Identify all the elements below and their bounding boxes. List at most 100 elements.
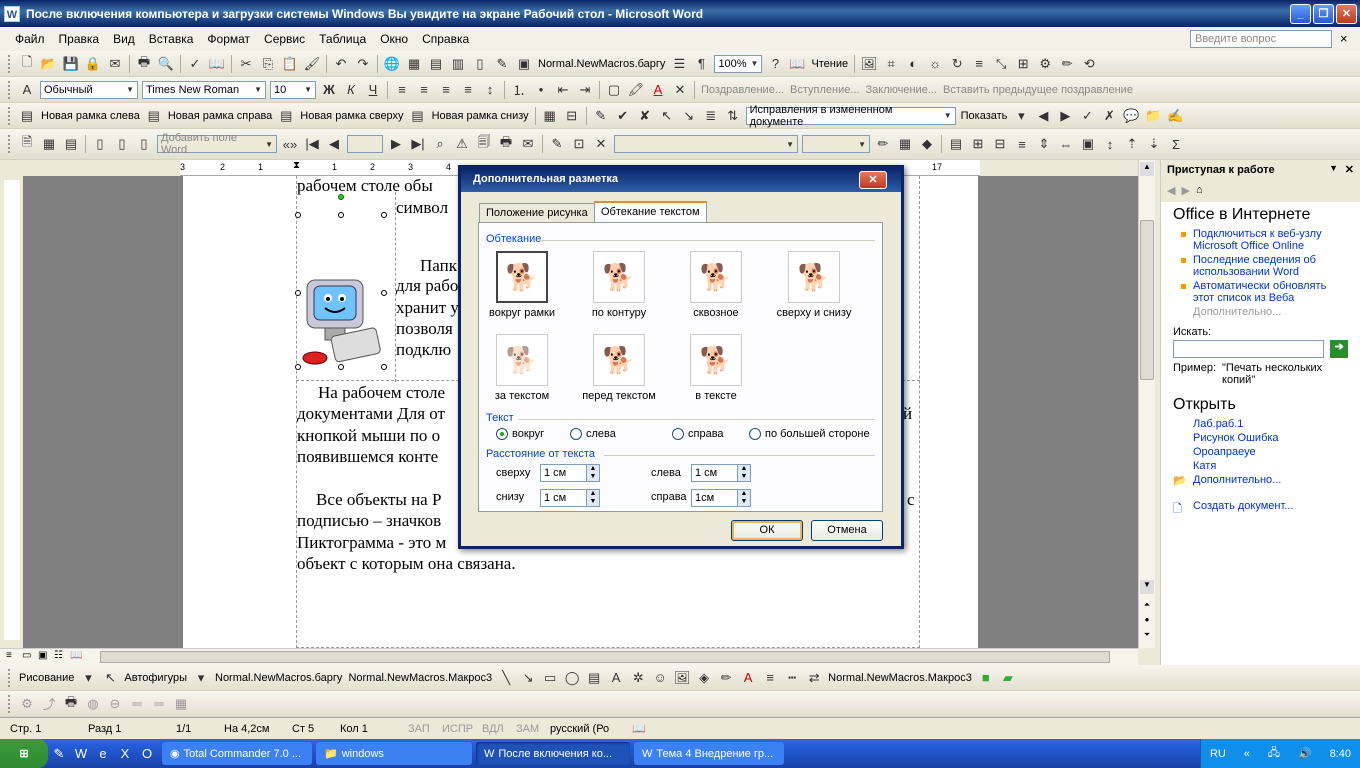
reject-change-icon[interactable]: ✘ <box>635 106 655 126</box>
macro-button-3[interactable]: Normal.NewMacros.Макрос3 <box>828 672 972 684</box>
search-go-icon[interactable]: ➔ <box>1330 340 1348 358</box>
hyperlink-icon[interactable]: 🌐 <box>382 54 402 74</box>
volume-icon[interactable]: 🔊 <box>1298 747 1312 760</box>
search-input[interactable] <box>1173 340 1325 358</box>
resize-handle[interactable] <box>381 290 387 296</box>
macro-button-1[interactable]: Normal.NewMacros.баргу <box>215 672 342 684</box>
horizontal-scrollbar[interactable]: ≡ ▭ ▣ ☷ 📖 <box>0 648 1138 665</box>
print-icon[interactable]: 🖶 <box>134 54 154 74</box>
reviewing-icon[interactable]: ✍ <box>1165 106 1185 126</box>
help-search-input[interactable]: Введите вопрос <box>1190 30 1332 48</box>
distance-left-input[interactable]: 1 см ▲ ▼ <box>691 464 751 482</box>
bullets-icon[interactable]: • <box>531 80 551 100</box>
spelling-status-icon[interactable]: 📖 <box>632 722 646 735</box>
resize-handle[interactable] <box>381 364 387 370</box>
text-right-radio[interactable]: справа <box>672 428 724 440</box>
insert-previous-greeting[interactable]: Вставить предыдущее поздравление <box>943 84 1133 96</box>
edit-icon[interactable]: ✎ <box>547 134 567 154</box>
distribute-cols-icon[interactable]: ⇔ <box>1056 134 1076 154</box>
folder-icon[interactable]: 📁 <box>1143 106 1163 126</box>
border-color-icon[interactable]: ✏ <box>873 134 893 154</box>
font-size-combo[interactable]: 10 ▼ <box>270 80 316 99</box>
set-transparent-icon[interactable]: ✏ <box>1057 54 1077 74</box>
undo-icon[interactable]: ↶ <box>331 54 351 74</box>
paste-icon[interactable]: 📋 <box>280 54 300 74</box>
autotext-greeting[interactable]: Поздравление... <box>701 84 784 96</box>
minimize-button[interactable]: _ <box>1290 4 1311 24</box>
reviewing-pane-icon[interactable]: ⇅ <box>723 106 743 126</box>
record-number-input[interactable] <box>347 135 383 153</box>
show-button[interactable]: Показать <box>961 110 1008 122</box>
recent-file[interactable]: Катя <box>1193 460 1348 472</box>
taskbar-app[interactable]: 📁 windows <box>316 742 472 765</box>
autoshapes-menu[interactable]: Автофигуры <box>124 672 187 684</box>
toolbar-grip[interactable] <box>8 135 12 153</box>
toolbar-grip[interactable] <box>8 106 12 125</box>
text-both-sides-radio[interactable]: вокруг <box>496 428 544 440</box>
format-painter-icon[interactable]: 🖌 <box>302 54 322 74</box>
chevron-down-icon[interactable]: ▼ <box>1329 163 1338 173</box>
resize-handle[interactable] <box>295 364 301 370</box>
clear-format-icon[interactable]: ✕ <box>670 80 690 100</box>
merge-email-icon[interactable]: ✉ <box>518 134 538 154</box>
scroll-up-icon[interactable]: ▲ <box>1140 162 1154 176</box>
justify-icon[interactable]: ≡ <box>458 80 478 100</box>
start-button[interactable]: ⊞ <box>0 739 48 768</box>
columns-icon[interactable]: ▯ <box>470 54 490 74</box>
vertical-scrollbar[interactable]: ▲ ▼ ⏶ ● ⏷ <box>1138 160 1155 648</box>
status-language[interactable]: русский (Ро <box>550 723 624 735</box>
resize-handle[interactable] <box>338 212 344 218</box>
tool-icon[interactable]: ═ <box>127 694 147 714</box>
more-files-link[interactable]: 📂 Дополнительно... <box>1173 474 1348 487</box>
computer-clipart[interactable] <box>299 276 387 368</box>
reject-icon[interactable]: ✗ <box>1099 106 1119 126</box>
forward-icon[interactable]: ▶ <box>1181 184 1189 200</box>
increase-indent-icon[interactable]: ⇥ <box>575 80 595 100</box>
recipients-icon[interactable]: ▦ <box>39 134 59 154</box>
clock[interactable]: 8:40 <box>1330 748 1351 760</box>
toolbar-grip[interactable] <box>8 694 12 713</box>
new-document-icon[interactable]: 🗋 <box>17 54 37 74</box>
scroll-down-icon[interactable]: ▼ <box>1140 580 1154 594</box>
wrap-front-option[interactable]: 🐕 <box>593 334 645 386</box>
insert-excel-icon[interactable]: ▥ <box>448 54 468 74</box>
list-icon[interactable]: ≣ <box>701 106 721 126</box>
new-frame-left-button[interactable]: Новая рамка слева <box>41 110 140 122</box>
borders-icon[interactable]: ▢ <box>604 80 624 100</box>
clipart-icon[interactable]: ☺ <box>650 668 670 688</box>
font-color-icon[interactable]: A <box>648 80 668 100</box>
home-icon[interactable]: ⌂ <box>1196 184 1203 200</box>
network-icon[interactable]: 🖧 <box>1268 744 1280 763</box>
permission-icon[interactable]: 🔒 <box>83 54 103 74</box>
recent-file[interactable]: Ороапраеуе <box>1193 446 1348 458</box>
autoformat-icon[interactable]: ▣ <box>1078 134 1098 154</box>
merge-cells-icon[interactable]: ⊞ <box>968 134 988 154</box>
printer-icon[interactable]: 🖶 <box>61 694 81 714</box>
normal-view-icon[interactable]: ≡ <box>6 650 12 661</box>
prev-page-icon[interactable]: ⏶ <box>1140 600 1154 614</box>
first-record-icon[interactable]: |◀ <box>302 134 322 154</box>
next-page-icon[interactable]: ⏷ <box>1140 630 1154 644</box>
oval-icon[interactable]: ◯ <box>562 668 582 688</box>
create-document-link[interactable]: 🗋 Создать документ... <box>1173 500 1348 515</box>
view-merged-icon[interactable]: «» <box>280 134 300 154</box>
vertical-ruler[interactable] <box>4 180 20 640</box>
latest-news-link[interactable]: Последние сведения об использовании Word <box>1181 254 1348 278</box>
rectangle-icon[interactable]: ▭ <box>540 668 560 688</box>
tool-icon[interactable]: ⤴ <box>39 694 59 714</box>
more-link[interactable]: Дополнительно... <box>1193 306 1348 318</box>
insert-field-icon[interactable]: ▯ <box>134 134 154 154</box>
status-rec[interactable]: ЗАП <box>408 723 434 735</box>
tables-borders-icon[interactable]: ▦ <box>404 54 424 74</box>
wrap-inline-option[interactable]: 🐕 <box>690 334 742 386</box>
recent-file[interactable]: Рисунок Ошибка <box>1193 432 1348 444</box>
macro-button-2[interactable]: Normal.NewMacros.Макрос3 <box>348 672 492 684</box>
edit-recipients-icon[interactable]: ▤ <box>61 134 81 154</box>
decrease-indent-icon[interactable]: ⇤ <box>553 80 573 100</box>
resize-handle[interactable] <box>381 212 387 218</box>
text-left-radio[interactable]: слева <box>570 428 616 440</box>
redo-icon[interactable]: ↷ <box>353 54 373 74</box>
wrap-tight-option[interactable]: 🐕 <box>593 251 645 303</box>
menu-table[interactable]: Таблица <box>312 32 373 46</box>
outlook-icon[interactable]: O <box>137 744 157 764</box>
